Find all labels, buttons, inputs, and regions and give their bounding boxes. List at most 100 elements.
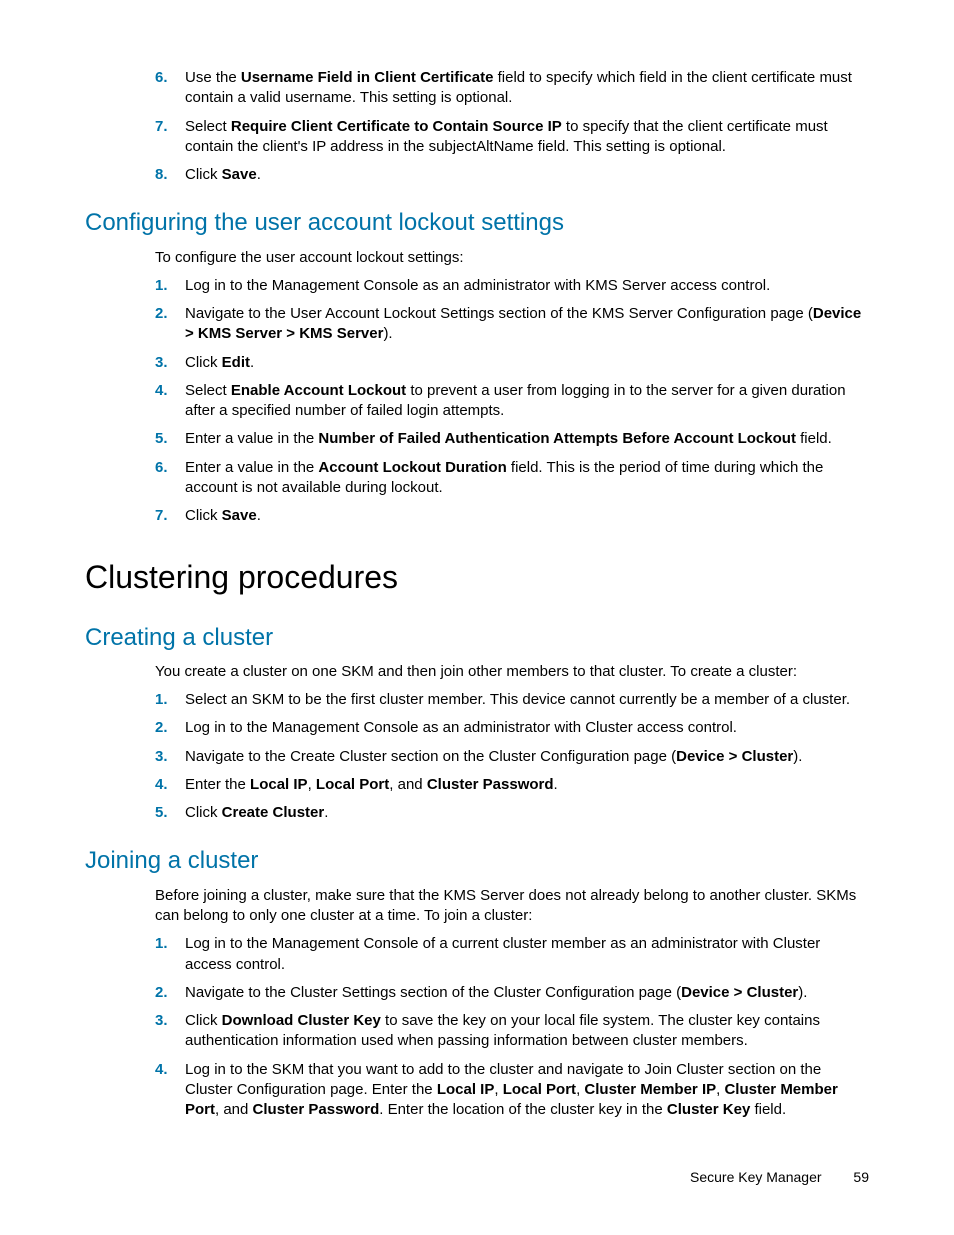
list-item: 2. Navigate to the Cluster Settings sect… [155,983,869,1003]
item-text-pre: Click [185,1012,222,1029]
list-item: 6. Enter a value in the Account Lockout … [155,458,869,499]
list-item: 4. Select Enable Account Lockout to prev… [155,381,869,422]
item-text-pre: Click [185,354,222,371]
list-item: 4. Log in to the SKM that you want to ad… [155,1060,869,1121]
item-bold: Cluster Password [253,1101,380,1118]
item-text-pre: Click [185,166,222,183]
item-text: Log in to the Management Console of a cu… [185,935,820,972]
item-mid: , [308,776,316,793]
list-item: 8. Click Save. [155,165,869,185]
joining-list: 1. Log in to the Management Console of a… [155,934,869,1120]
heading-creating: Creating a cluster [85,622,869,654]
item-number: 7. [155,117,168,137]
item-text: Log in to the Management Console as an a… [185,719,737,736]
list-item: 4. Enter the Local IP, Local Port, and C… [155,775,869,795]
item-bold: Local IP [437,1081,495,1098]
item-text-post: . [324,804,328,821]
item-text-pre: Use the [185,69,241,86]
list-item: 3. Click Download Cluster Key to save th… [155,1011,869,1052]
item-number: 2. [155,718,168,738]
item-text-pre: Enter a value in the [185,459,318,476]
item-text-pre: Enter a value in the [185,430,318,447]
list-item: 3. Click Edit. [155,353,869,373]
item-bold: Device > Cluster [681,984,798,1001]
item-bold: Save [222,507,257,524]
item-text: Select an SKM to be the first cluster me… [185,691,850,708]
item-number: 3. [155,747,168,767]
item-number: 1. [155,690,168,710]
item-text: Log in to the Management Console as an a… [185,277,770,294]
item-number: 5. [155,429,168,449]
item-bold: Cluster Member IP [584,1081,716,1098]
list-item: 6. Use the Username Field in Client Cert… [155,68,869,109]
item-text-post: ). [793,748,802,765]
creating-list: 1. Select an SKM to be the first cluster… [155,690,869,823]
item-bold: Edit [222,354,250,371]
item-bold: Number of Failed Authentication Attempts… [318,430,796,447]
item-mid: , and [389,776,427,793]
item-bold: Device > Cluster [676,748,793,765]
item-bold: Username Field in Client Certificate [241,69,494,86]
item-text-post: . [554,776,558,793]
footer-title: Secure Key Manager [690,1169,822,1185]
item-number: 6. [155,68,168,88]
list-item: 2. Navigate to the User Account Lockout … [155,304,869,345]
item-number: 1. [155,934,168,954]
item-text-post2: . Enter the location of the cluster key … [379,1101,667,1118]
item-bold: Cluster Key [667,1101,750,1118]
item-number: 5. [155,803,168,823]
list-item: 1. Select an SKM to be the first cluster… [155,690,869,710]
item-bold: Cluster Password [427,776,554,793]
intro-creating: You create a cluster on one SKM and then… [155,662,869,682]
item-number: 3. [155,1011,168,1031]
item-number: 6. [155,458,168,478]
list-item: 3. Navigate to the Create Cluster sectio… [155,747,869,767]
list-item: 5. Click Create Cluster. [155,803,869,823]
lockout-list: 1. Log in to the Management Console as a… [155,276,869,527]
heading-clustering: Clustering procedures [85,556,869,599]
item-number: 7. [155,506,168,526]
continued-list: 6. Use the Username Field in Client Cert… [155,68,869,185]
list-item: 1. Log in to the Management Console of a… [155,934,869,975]
list-item: 5. Enter a value in the Number of Failed… [155,429,869,449]
item-text-post: field. [796,430,832,447]
item-number: 2. [155,983,168,1003]
list-item: 1. Log in to the Management Console as a… [155,276,869,296]
item-bold: Account Lockout Duration [318,459,506,476]
item-text-pre: Navigate to the User Account Lockout Set… [185,305,813,322]
intro-lockout: To configure the user account lockout se… [155,248,869,268]
item-number: 8. [155,165,168,185]
list-item: 2. Log in to the Management Console as a… [155,718,869,738]
item-bold: Download Cluster Key [222,1012,381,1029]
item-text-pre: Click [185,804,222,821]
page-footer: Secure Key Manager 59 [690,1168,869,1187]
item-text-post: field. [750,1101,786,1118]
heading-lockout: Configuring the user account lockout set… [85,207,869,239]
item-mid: , [494,1081,502,1098]
item-number: 3. [155,353,168,373]
item-number: 4. [155,381,168,401]
item-text-post: . [257,166,261,183]
item-text-pre: Enter the [185,776,250,793]
item-bold: Local IP [250,776,308,793]
heading-joining: Joining a cluster [85,845,869,877]
item-bold: Create Cluster [222,804,325,821]
item-number: 4. [155,775,168,795]
item-text-pre: Select [185,382,231,399]
item-number: 4. [155,1060,168,1080]
item-text-post: ). [383,325,392,342]
item-bold: Require Client Certificate to Contain So… [231,118,562,135]
item-number: 1. [155,276,168,296]
item-text-post: . [250,354,254,371]
item-bold: Enable Account Lockout [231,382,406,399]
item-text-post: . [257,507,261,524]
item-bold: Local Port [316,776,389,793]
item-text-pre: Click [185,507,222,524]
item-bold: Save [222,166,257,183]
item-bold: Local Port [503,1081,576,1098]
list-item: 7. Select Require Client Certificate to … [155,117,869,158]
intro-joining: Before joining a cluster, make sure that… [155,886,869,927]
list-item: 7. Click Save. [155,506,869,526]
item-text-pre: Select [185,118,231,135]
item-text-post: ). [798,984,807,1001]
